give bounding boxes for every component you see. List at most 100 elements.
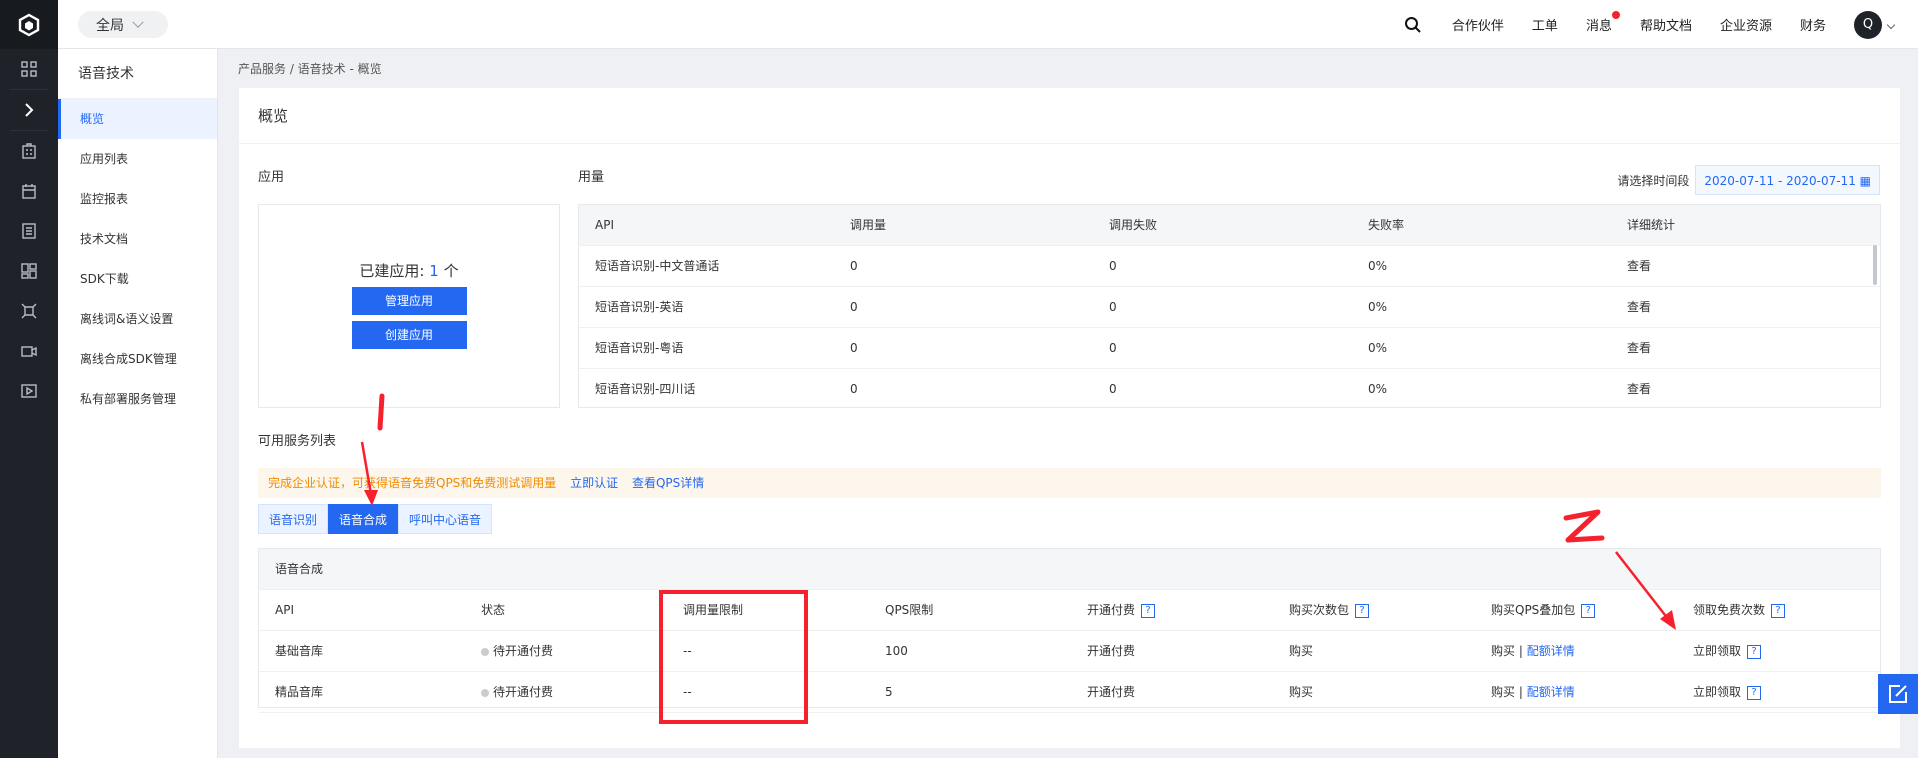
top-bar: 全局 合作伙伴 工单 消息 帮助文档 企业资源 财务 Q: [58, 0, 1918, 49]
col-header: 状态: [465, 589, 667, 631]
nav-partners[interactable]: 合作伙伴: [1452, 15, 1504, 34]
page-title: 概览: [239, 88, 1900, 144]
cell-api: 短语音识别-中文普通话: [579, 245, 834, 287]
status-dot: [481, 647, 489, 656]
help-icon[interactable]: ?: [1747, 644, 1762, 659]
col-header: 失败率: [1352, 205, 1611, 246]
tab-speech-recognition[interactable]: 语音识别: [258, 504, 329, 534]
table-row: 短语音识别-四川话 0 0 0% 查看: [579, 368, 1880, 407]
view-detail-link[interactable]: 查看: [1611, 368, 1880, 407]
help-icon[interactable]: ?: [1747, 685, 1762, 700]
status-text: 待开通付费: [493, 685, 554, 699]
sidebar-item-private-deploy[interactable]: 私有部署服务管理: [58, 379, 217, 419]
feedback-button[interactable]: [1878, 674, 1918, 714]
col-header-buy: 购买次数包?: [1273, 589, 1475, 631]
search-icon[interactable]: [1404, 16, 1422, 34]
manage-apps-button[interactable]: 管理应用: [351, 287, 467, 315]
cloud-logo-icon[interactable]: [0, 0, 58, 49]
col-header: 调用量: [834, 205, 1093, 246]
col-header: 详细统计: [1611, 205, 1880, 246]
buy-package-link[interactable]: 购买: [1273, 630, 1475, 672]
video-play-icon[interactable]: [0, 371, 58, 411]
date-range-input[interactable]: 2020-07-11 - 2020-07-11 ▦: [1695, 165, 1880, 195]
nav-tickets[interactable]: 工单: [1532, 15, 1558, 34]
open-payment-link[interactable]: 开通付费: [1071, 671, 1273, 713]
nav-enterprise[interactable]: 企业资源: [1720, 15, 1772, 34]
product-sidebar: 语音技术 概览 应用列表 监控报表 技术文档 SDK下载 离线词&语义设置 离线…: [58, 49, 218, 758]
user-menu[interactable]: Q: [1854, 10, 1896, 39]
grid-icon[interactable]: [0, 49, 58, 89]
cell-api: 短语音识别-英语: [579, 286, 834, 328]
col-header: API: [579, 205, 834, 246]
table-row: 精品音库 待开通付费 -- 5 开通付费 购买 购买 | 配额详情 立即领取?: [259, 671, 1880, 713]
view-detail-link[interactable]: 查看: [1611, 245, 1880, 287]
qps-detail-link[interactable]: 查看QPS详情: [632, 476, 704, 490]
chevron-down-icon: [132, 16, 144, 28]
expand-chevron-icon[interactable]: [0, 90, 58, 130]
cell-fails: 0: [1093, 245, 1352, 287]
open-payment-link[interactable]: 开通付费: [1071, 630, 1273, 672]
view-detail-link[interactable]: 查看: [1611, 286, 1880, 328]
scope-selector[interactable]: 全局: [78, 11, 168, 38]
cell-qps-buy: 购买 | 配额详情: [1475, 630, 1677, 672]
col-header: QPS限制: [869, 589, 1071, 631]
table-header-row: API 调用量 调用失败 失败率 详细统计: [579, 205, 1880, 246]
cell-qps: 100: [869, 630, 1071, 672]
cell-limit: --: [667, 671, 869, 713]
building-icon[interactable]: [0, 131, 58, 171]
claim-free-link[interactable]: 立即领取: [1693, 685, 1741, 699]
cell-rate: 0%: [1352, 286, 1611, 328]
buy-package-link[interactable]: 购买: [1273, 671, 1475, 713]
sidebar-item-offline-words[interactable]: 离线词&语义设置: [58, 299, 217, 339]
nav-help-docs[interactable]: 帮助文档: [1640, 15, 1692, 34]
create-app-button[interactable]: 创建应用: [351, 321, 467, 349]
sidebar-item-app-list[interactable]: 应用列表: [58, 139, 217, 179]
cell-free: 立即领取?: [1677, 630, 1880, 672]
sidebar-item-overview[interactable]: 概览: [58, 99, 217, 139]
service-table: 语音合成 API 状态 调用量限制 QPS限制 开通付费? 购买次数包? 购买Q…: [259, 549, 1880, 713]
tab-speech-synthesis[interactable]: 语音合成: [328, 504, 399, 534]
dashboard-icon[interactable]: [0, 251, 58, 291]
avatar: Q: [1854, 10, 1882, 39]
usage-table: API 调用量 调用失败 失败率 详细统计 短语音识别-中文普通话 0 0 0% 查看 …: [579, 205, 1880, 407]
table-scrollbar[interactable]: [1873, 245, 1877, 285]
sidebar-item-offline-tts-sdk[interactable]: 离线合成SDK管理: [58, 339, 217, 379]
cell-calls: 0: [834, 327, 1093, 369]
tab-call-center[interactable]: 呼叫中心语音: [398, 504, 493, 534]
buy-qps-text: 购买: [1491, 685, 1516, 699]
cell-api: 基础音库: [259, 630, 465, 672]
claim-free-link[interactable]: 立即领取: [1693, 644, 1741, 658]
group-header-row: 语音合成: [259, 549, 1880, 590]
sidebar-item-monitor[interactable]: 监控报表: [58, 179, 217, 219]
cell-api: 短语音识别-四川话: [579, 368, 834, 407]
camera-icon[interactable]: [0, 331, 58, 371]
help-icon[interactable]: ?: [1355, 603, 1370, 618]
status-dot: [481, 688, 489, 697]
edit-icon: [1889, 685, 1907, 703]
quota-detail-link[interactable]: 配额详情: [1527, 685, 1575, 699]
table-row: 短语音识别-粤语 0 0 0% 查看: [579, 327, 1880, 369]
nav-messages-label: 消息: [1585, 19, 1612, 34]
buy-qps-text: 购买: [1491, 644, 1516, 658]
sidebar-item-docs[interactable]: 技术文档: [58, 219, 217, 259]
help-icon[interactable]: ?: [1771, 603, 1786, 618]
cell-free: 立即领取?: [1677, 671, 1880, 713]
nav-messages[interactable]: 消息: [1585, 11, 1620, 34]
sidebar-item-sdk[interactable]: SDK下载: [58, 259, 217, 299]
quota-detail-link[interactable]: 配额详情: [1527, 644, 1575, 658]
usage-section-title: 用量: [578, 170, 605, 185]
service-table-container: 语音合成 API 状态 调用量限制 QPS限制 开通付费? 购买次数包? 购买Q…: [258, 548, 1881, 713]
server-icon[interactable]: [0, 211, 58, 251]
help-icon[interactable]: ?: [1581, 603, 1596, 618]
apps-section-title: 应用: [258, 170, 285, 185]
help-icon[interactable]: ?: [1141, 603, 1156, 618]
calendar-icon[interactable]: [0, 171, 58, 211]
nav-finance[interactable]: 财务: [1800, 15, 1826, 34]
certify-link[interactable]: 立即认证: [570, 476, 618, 490]
view-detail-link[interactable]: 查看: [1611, 327, 1880, 369]
cell-status: 待开通付费: [465, 630, 667, 672]
cell-fails: 0: [1093, 327, 1352, 369]
network-icon[interactable]: [0, 291, 58, 331]
col-header-free: 领取免费次数?: [1677, 589, 1880, 631]
cell-qps-buy: 购买 | 配额详情: [1475, 671, 1677, 713]
